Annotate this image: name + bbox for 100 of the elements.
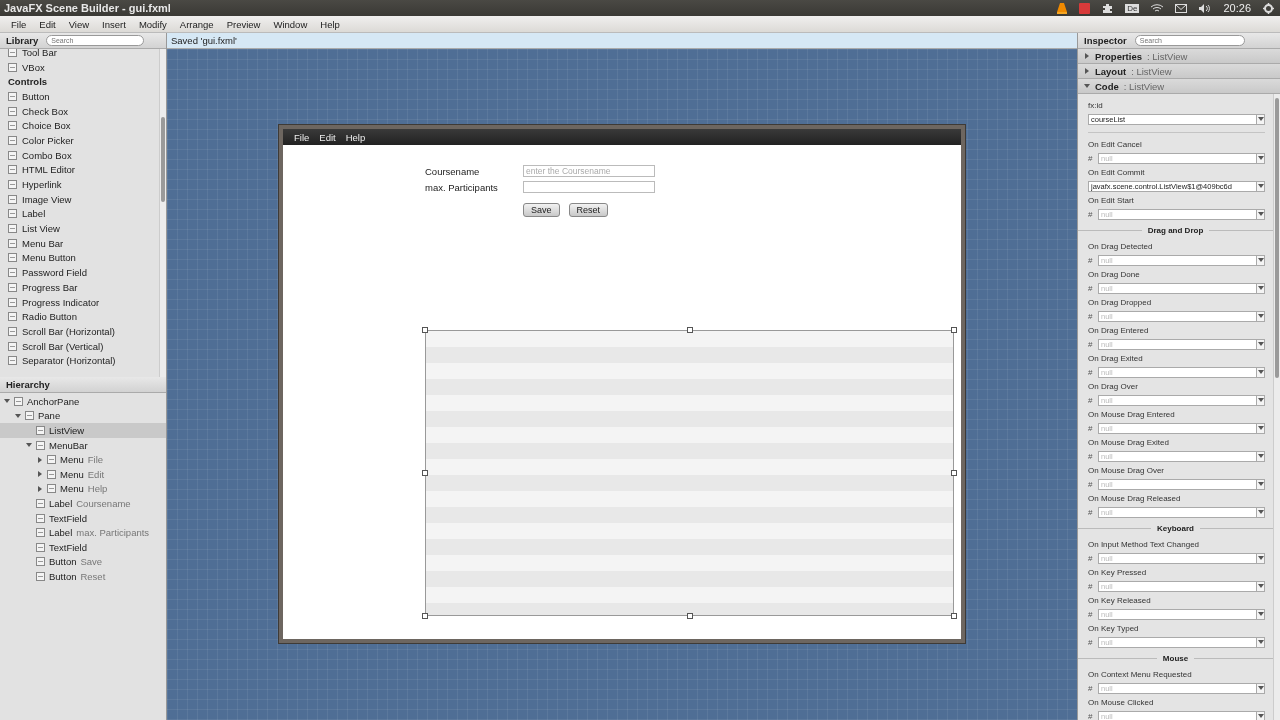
resize-handle[interactable] — [422, 327, 428, 333]
dropdown-button[interactable] — [1256, 552, 1265, 564]
library-item[interactable]: Choice Box — [22, 120, 71, 132]
clock[interactable]: 20:26 — [1223, 2, 1251, 14]
dropdown-button[interactable] — [1256, 450, 1265, 462]
cone-icon[interactable] — [1057, 2, 1068, 14]
library-item[interactable]: List View — [22, 223, 60, 235]
expanded-arrow-icon[interactable] — [26, 442, 32, 449]
menu-item[interactable]: Preview — [219, 18, 267, 30]
section-title: Keyboard — [1157, 523, 1194, 533]
dropdown-button[interactable] — [1256, 310, 1265, 322]
library-item[interactable]: Progress Indicator — [22, 296, 100, 308]
tree-item[interactable]: AnchorPane — [0, 394, 166, 409]
resize-handle[interactable] — [951, 613, 957, 619]
library-item[interactable]: Label — [22, 208, 46, 220]
mail-icon[interactable] — [1175, 3, 1188, 13]
tree-item[interactable]: Label Coursename — [0, 496, 166, 511]
resize-handle[interactable] — [951, 470, 957, 476]
dropdown-button[interactable] — [1256, 580, 1265, 592]
library-item[interactable]: Combo Box — [22, 149, 72, 161]
tree-item[interactable]: Menu Help — [0, 481, 166, 497]
library-item[interactable]: Radio Button — [22, 311, 77, 323]
menu-item[interactable]: Insert — [95, 18, 132, 30]
field-label: On Key Typed — [1088, 622, 1140, 635]
library-item[interactable]: Scroll Bar (Horizontal) — [22, 325, 115, 337]
dropdown-button[interactable] — [1256, 394, 1265, 406]
library-item[interactable]: Hyperlink — [22, 179, 62, 191]
scroll-bar[interactable] — [159, 49, 166, 377]
dropdown-button[interactable] — [1256, 608, 1265, 620]
library-item[interactable]: VBox — [22, 61, 45, 73]
caret-icon — [1257, 639, 1264, 645]
dropdown-button[interactable] — [1256, 113, 1265, 125]
text-field[interactable]: enter the Coursename — [523, 165, 655, 177]
accordion-header[interactable]: Code : ListView — [1078, 79, 1280, 94]
resize-handle[interactable] — [686, 327, 693, 333]
tree-item[interactable]: TextField — [0, 539, 166, 555]
collapsed-arrow-icon[interactable] — [37, 456, 43, 463]
hash-sign: # — [1088, 581, 1094, 591]
menu-item[interactable]: Help — [340, 131, 371, 143]
menu-item[interactable]: Help — [313, 18, 346, 30]
dropdown-button[interactable] — [1256, 682, 1265, 694]
library-item[interactable]: Tool Bar — [22, 49, 57, 58]
wifi-icon[interactable] — [1151, 3, 1164, 13]
library-item[interactable]: Password Field — [22, 267, 87, 279]
library-item[interactable]: HTML Editor — [22, 164, 75, 176]
text-field[interactable] — [523, 181, 655, 193]
dropdown-button[interactable] — [1256, 152, 1265, 164]
menu-item[interactable]: File — [289, 131, 315, 143]
library-item[interactable]: Image View — [22, 193, 72, 205]
tree-item[interactable]: Label max. Participants — [0, 525, 166, 540]
resize-handle[interactable] — [951, 327, 957, 333]
form-button[interactable]: Reset — [568, 203, 609, 217]
dropdown-button[interactable] — [1256, 208, 1265, 220]
resize-handle[interactable] — [422, 613, 428, 619]
dropdown-button[interactable] — [1256, 710, 1265, 720]
menu-item[interactable]: File — [4, 18, 33, 30]
menu-item[interactable]: Arrange — [172, 18, 220, 30]
dropdown-button[interactable] — [1256, 180, 1265, 192]
menu-item[interactable]: Modify — [131, 18, 173, 30]
accordion-header[interactable]: Layout : ListView — [1078, 64, 1280, 79]
dropdown-button[interactable] — [1256, 506, 1265, 518]
tree-item[interactable]: Button Save — [0, 554, 166, 570]
form-button[interactable]: Save — [523, 203, 560, 217]
puzzle-icon[interactable] — [1102, 2, 1114, 14]
keyboard-indicator[interactable]: De — [1125, 3, 1140, 13]
resize-handle[interactable] — [686, 613, 693, 619]
tree-item[interactable]: MenuBar — [0, 437, 166, 453]
gear-icon[interactable] — [1263, 2, 1274, 14]
library-item[interactable]: Progress Bar — [22, 281, 78, 293]
menu-item[interactable]: Edit — [32, 18, 62, 30]
resize-handle[interactable] — [422, 470, 428, 476]
menu-item[interactable]: View — [61, 18, 96, 30]
dropdown-button[interactable] — [1256, 366, 1265, 378]
library-item[interactable]: Menu Bar — [22, 237, 64, 249]
dropdown-button[interactable] — [1256, 282, 1265, 294]
library-item[interactable]: Button — [22, 90, 50, 102]
section-title: Drag and Drop — [1147, 225, 1204, 235]
tree-item[interactable]: Button Reset — [0, 569, 166, 584]
scroll-bar[interactable] — [1273, 94, 1280, 720]
dropdown-button[interactable] — [1256, 636, 1265, 648]
accordion-header[interactable]: Properties : ListView — [1078, 49, 1280, 64]
speaker-icon[interactable] — [1199, 3, 1212, 13]
menu-item[interactable]: Edit — [314, 131, 341, 143]
library-item[interactable]: Color Picker — [22, 134, 74, 146]
tree-item[interactable]: TextField — [0, 510, 166, 526]
library-item[interactable]: Scroll Bar (Vertical) — [22, 340, 104, 352]
library-item[interactable]: Separator (Horizontal) — [22, 355, 116, 367]
tree-item[interactable]: Menu Edit — [0, 466, 166, 482]
dropdown-button[interactable] — [1256, 422, 1265, 434]
tree-item[interactable]: Menu File — [0, 452, 166, 467]
library-item[interactable]: Menu Button — [22, 252, 76, 264]
dropdown-button[interactable] — [1256, 338, 1265, 350]
tree-item[interactable]: ListView — [0, 423, 166, 438]
library-item[interactable]: Check Box — [22, 105, 68, 117]
node-icon — [25, 411, 34, 421]
tree-item[interactable]: Pane — [0, 408, 166, 424]
menu-item[interactable]: Window — [266, 18, 314, 30]
dropdown-button[interactable] — [1256, 254, 1265, 266]
hash-sign: # — [1088, 711, 1094, 720]
dropdown-button[interactable] — [1256, 478, 1265, 490]
